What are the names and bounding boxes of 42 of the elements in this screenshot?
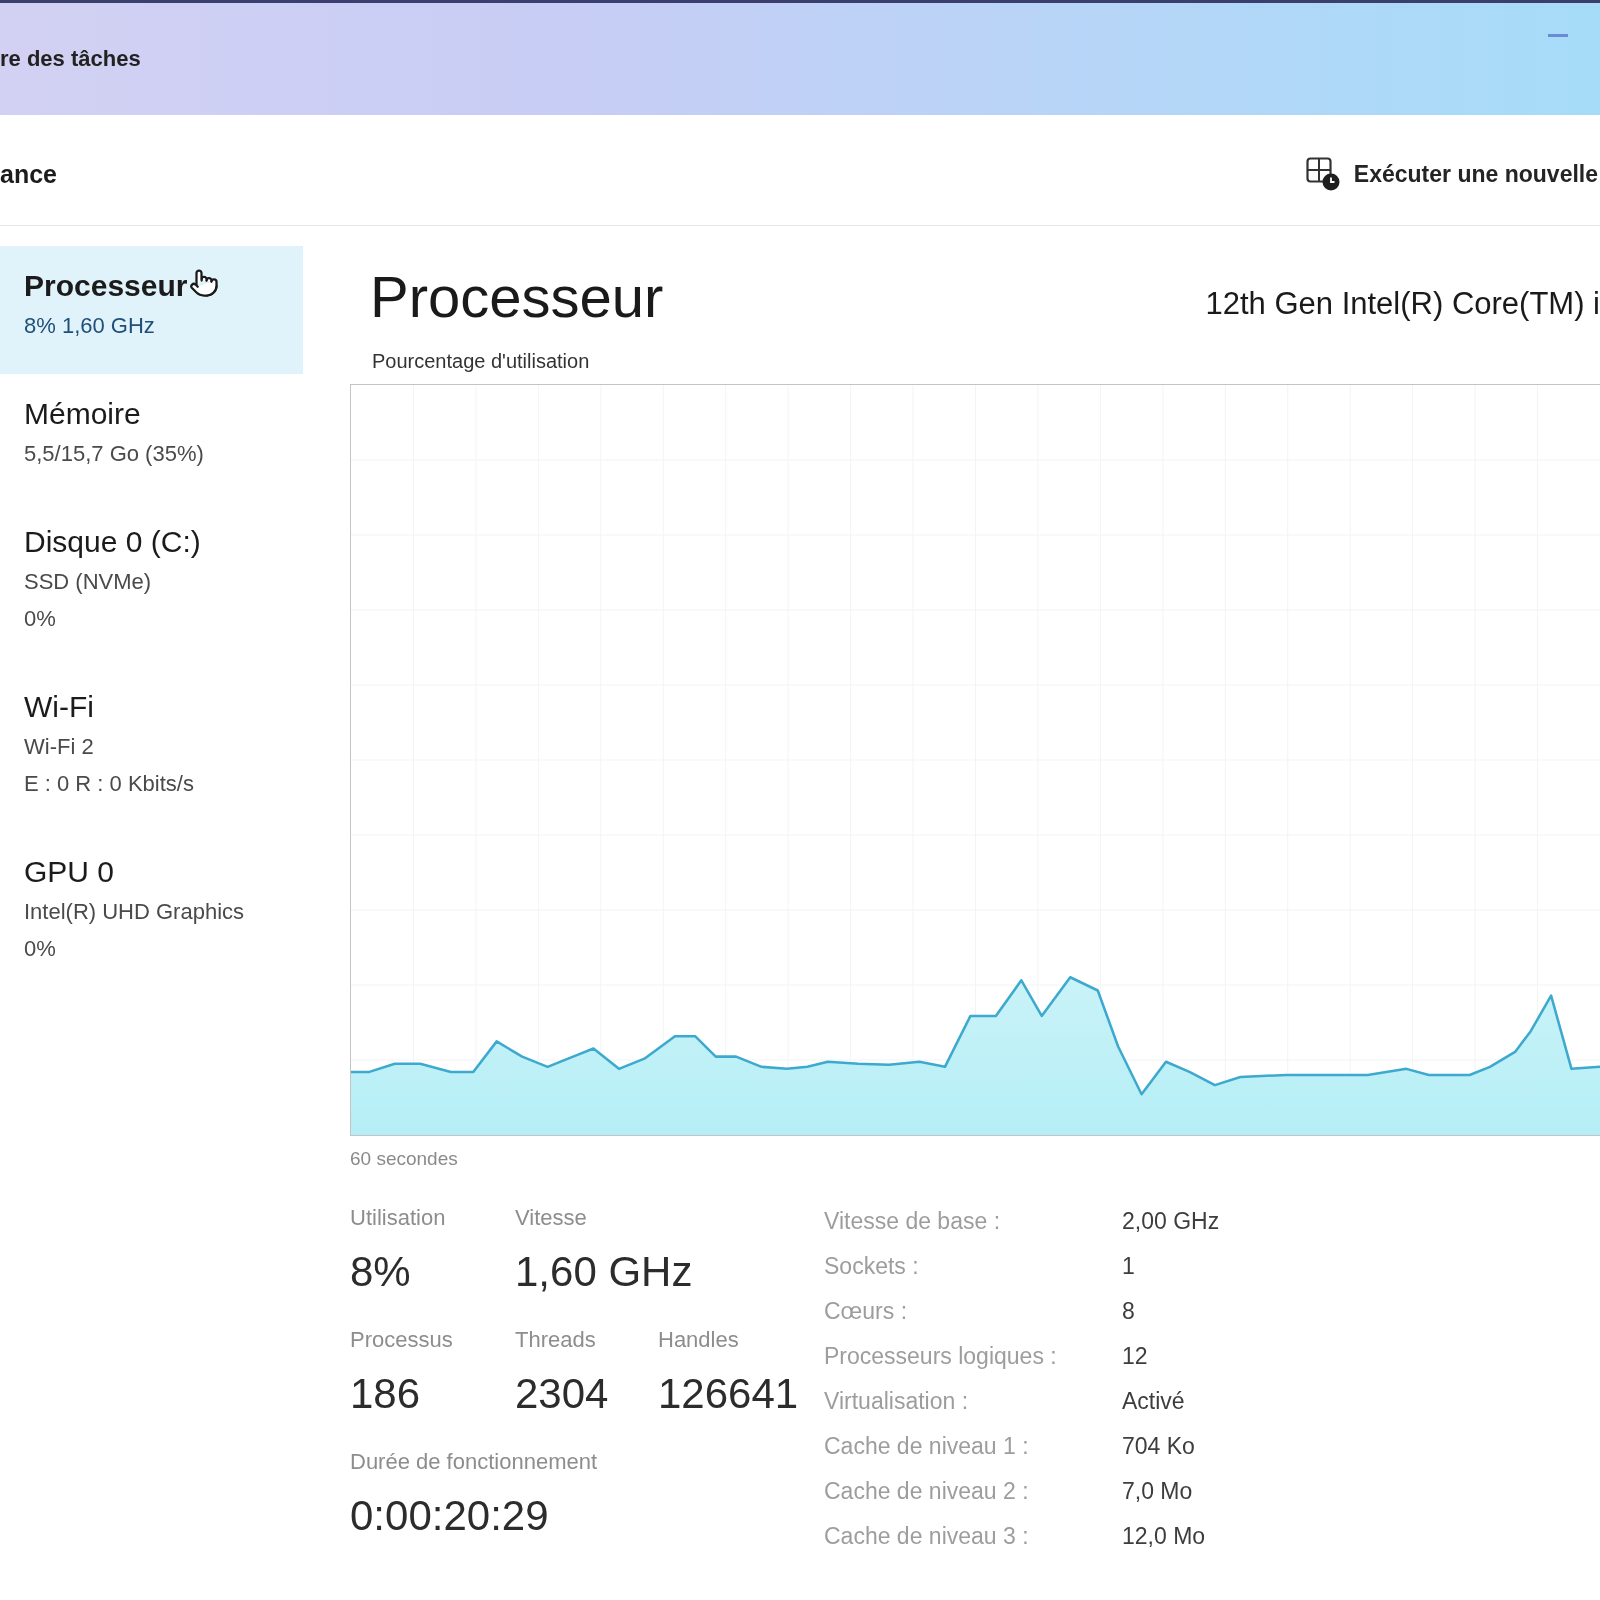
detail-value: 12 [1122,1342,1149,1371]
detail-label: Cache de niveau 3 : [824,1522,1030,1551]
detail-label: Processeurs logiques : [824,1342,1058,1371]
stat-label: Handles [658,1327,740,1353]
detail-value: 1 [1122,1252,1136,1281]
stat-value: 0:00:20:29 [350,1491,550,1541]
sidebar-item[interactable]: Wi-Fi Wi-Fi 2 E : 0 R : 0 Kbits/s [0,667,303,832]
stat-value: 186 [350,1369,422,1419]
detail-label: Cœurs : [824,1297,909,1326]
stat-label: Processus [350,1327,454,1353]
section-title: ance [0,159,57,189]
detail-value: 2,00 GHz [1122,1207,1220,1236]
sidebar-item[interactable]: Processeur 8% 1,60 GHz [0,246,303,374]
processor-name: 12th Gen Intel(R) Core(TM) i [1205,286,1600,322]
stat-value: 8% [350,1247,412,1297]
sidebar-item[interactable]: Mémoire 5,5/15,7 Go (35%) [0,374,303,502]
sidebar-item[interactable]: GPU 0 Intel(R) UHD Graphics 0% [0,832,303,997]
detail-label: Virtualisation : [824,1387,970,1416]
run-new-task-button[interactable]: Exécuter une nouvelle [1305,157,1598,191]
stat-label: Threads [515,1327,597,1353]
stat-value: 2304 [515,1369,610,1419]
detail-value: 8 [1122,1297,1136,1326]
new-task-icon [1305,157,1340,191]
detail-label: Cache de niveau 1 : [824,1432,1030,1461]
detail-value: Activé [1122,1387,1186,1416]
stat-label: Utilisation [350,1205,447,1231]
stat-value: 126641 [658,1369,799,1419]
time-span-label: 60 secondes [350,1147,459,1171]
stat-value: 1,60 GHz [515,1247,693,1297]
panel-title: Processeur [370,264,664,330]
stat-label: Durée de fonctionnement [350,1449,598,1475]
minimize-button[interactable] [1548,34,1568,37]
detail-label: Sockets : [824,1252,920,1281]
detail-value: 12,0 Mo [1122,1522,1207,1551]
detail-label: Vitesse de base : [824,1207,1002,1236]
stat-label: Vitesse [515,1205,588,1231]
detail-value: 7,0 Mo [1122,1477,1194,1506]
detail-label: Cache de niveau 2 : [824,1477,1030,1506]
detail-value: 704 Ko [1122,1432,1196,1461]
graph-label: Pourcentage d'utilisation [372,349,591,373]
window-title: re des tâches [0,46,141,72]
sidebar-item[interactable]: Disque 0 (C:) SSD (NVMe) 0% [0,502,303,667]
